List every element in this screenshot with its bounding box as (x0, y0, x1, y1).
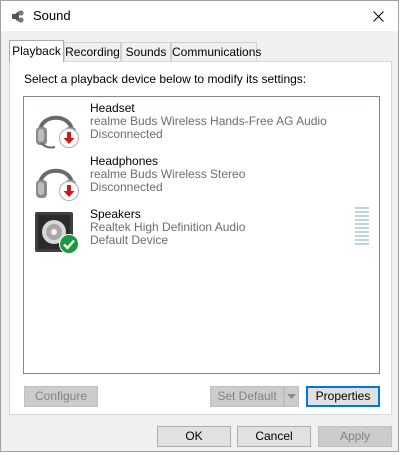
close-icon (372, 10, 384, 22)
tab-recording[interactable]: Recording (64, 42, 121, 61)
device-status: Default Device (90, 233, 169, 247)
list-item-speakers[interactable]: Speakers Realtek High Definition Audio D… (24, 207, 379, 259)
cancel-button[interactable]: Cancel (237, 426, 311, 447)
disconnected-arrow-icon (59, 128, 79, 148)
disconnected-arrow-icon (59, 181, 79, 201)
list-item-headset[interactable]: Headset realme Buds Wireless Hands-Free … (24, 101, 379, 153)
apply-button[interactable]: Apply (318, 426, 392, 447)
set-default-button[interactable]: Set Default (210, 386, 284, 407)
chevron-down-icon (287, 394, 296, 399)
sound-dialog: Sound Playback Recording Sounds Communic… (0, 0, 399, 452)
volume-level-meter (355, 207, 369, 249)
default-check-icon (59, 234, 79, 254)
tab-sounds[interactable]: Sounds (121, 42, 171, 61)
device-status: Disconnected (90, 127, 163, 141)
configure-button[interactable]: Configure (24, 386, 98, 407)
set-default-dropdown[interactable] (284, 386, 299, 407)
window-title: Sound (33, 8, 71, 23)
speaker-icon (12, 10, 24, 23)
tab-communications[interactable]: Communications (171, 42, 261, 61)
close-button[interactable] (358, 1, 398, 31)
properties-button[interactable]: Properties (306, 386, 380, 407)
title-bar: Sound (1, 1, 398, 31)
ok-button[interactable]: OK (157, 426, 231, 447)
device-list[interactable]: Headset realme Buds Wireless Hands-Free … (23, 96, 380, 374)
instruction-text: Select a playback device below to modify… (24, 72, 307, 86)
tab-playback[interactable]: Playback (9, 40, 64, 62)
list-item-headphones[interactable]: Headphones realme Buds Wireless Stereo D… (24, 154, 379, 206)
device-status: Disconnected (90, 180, 163, 194)
playback-panel: Select a playback device below to modify… (9, 61, 392, 415)
